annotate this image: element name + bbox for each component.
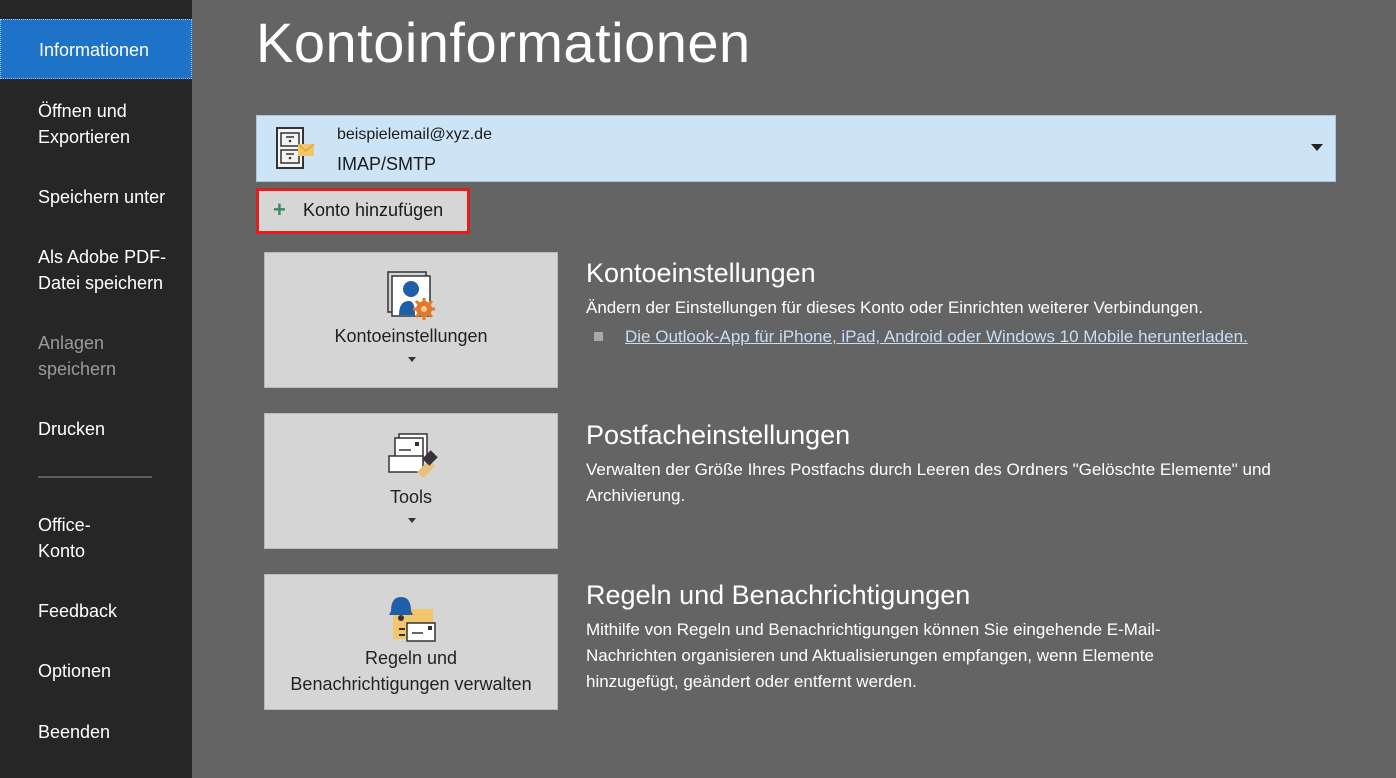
manage-rules-alerts-button-label: Regeln und Benachrichtigungen verwalten xyxy=(290,648,532,694)
sidebar-divider xyxy=(38,476,152,478)
section-heading: Postfacheinstellungen xyxy=(586,420,851,450)
chevron-down-icon xyxy=(408,357,416,362)
page-title: Kontoinformationen xyxy=(256,11,751,74)
mailbox-cleanup-icon xyxy=(388,433,438,478)
rules-alerts-icon xyxy=(389,597,436,642)
sidebar-item-office-konto[interactable]: Office- Konto xyxy=(0,512,192,564)
tools-button-label: Tools xyxy=(389,487,433,507)
account-email: beispielemail@xyz.de xyxy=(337,126,492,143)
sidebar-item-beenden[interactable]: Beenden xyxy=(0,719,192,745)
sidebar-item-optionen[interactable]: Optionen xyxy=(0,658,192,684)
chevron-down-icon xyxy=(1311,144,1323,151)
account-info-page: Kontoinformationen beispielemail@xyz.de … xyxy=(192,0,1396,778)
section-heading: Kontoeinstellungen xyxy=(586,258,816,288)
section-description: Ändern der Einstellungen für dieses Kont… xyxy=(586,298,1204,317)
sidebar-item-drucken[interactable]: Drucken xyxy=(0,416,192,442)
account-selector-dropdown[interactable]: beispielemail@xyz.de IMAP/SMTP xyxy=(256,115,1336,182)
rules-alerts-section: Regeln und Benachrichtigungen Mithilfe v… xyxy=(586,580,1346,695)
section-description: Mithilfe von Regeln und Benachrichtigung… xyxy=(586,620,1161,691)
account-settings-section: Kontoeinstellungen Ändern der Einstellun… xyxy=(586,258,1346,349)
mailbox-settings-section: Postfacheinstellungen Verwalten der Größ… xyxy=(586,420,1346,509)
bullet-icon xyxy=(594,332,603,342)
tools-button[interactable]: Tools xyxy=(264,413,558,549)
account-settings-button-label: Kontoeinstellungen xyxy=(334,326,488,346)
sidebar-item-oeffnen-exportieren[interactable]: Öffnen und Exportieren xyxy=(0,98,192,150)
manage-rules-alerts-button[interactable]: Regeln und Benachrichtigungen verwalten xyxy=(264,574,558,710)
sidebar-item-anlagen-speichern[interactable]: Anlagen speichern xyxy=(0,330,192,382)
account-type: IMAP/SMTP xyxy=(337,154,437,174)
section-heading: Regeln und Benachrichtigungen xyxy=(586,580,971,610)
add-account-button[interactable]: + Konto hinzufügen xyxy=(256,188,470,234)
section-description: Verwalten der Größe Ihres Postfachs durc… xyxy=(586,460,1271,505)
mail-account-cabinet-icon xyxy=(276,127,315,169)
plus-icon: + xyxy=(273,197,286,222)
account-settings-icon xyxy=(387,271,435,320)
outlook-app-download-link[interactable]: Die Outlook-App für iPhone, iPad, Androi… xyxy=(625,327,1248,346)
add-account-label: Konto hinzufügen xyxy=(303,200,444,220)
sidebar-item-adobe-pdf[interactable]: Als Adobe PDF- Datei speichern xyxy=(0,244,192,296)
chevron-down-icon xyxy=(408,518,416,523)
sidebar-item-speichern-unter[interactable]: Speichern unter xyxy=(0,184,192,210)
account-settings-button[interactable]: Kontoeinstellungen xyxy=(264,252,558,388)
sidebar-item-informationen[interactable]: Informationen xyxy=(0,19,192,79)
backstage-sidebar: Informationen Öffnen und Exportieren Spe… xyxy=(0,0,192,778)
sidebar-item-feedback[interactable]: Feedback xyxy=(0,598,192,624)
